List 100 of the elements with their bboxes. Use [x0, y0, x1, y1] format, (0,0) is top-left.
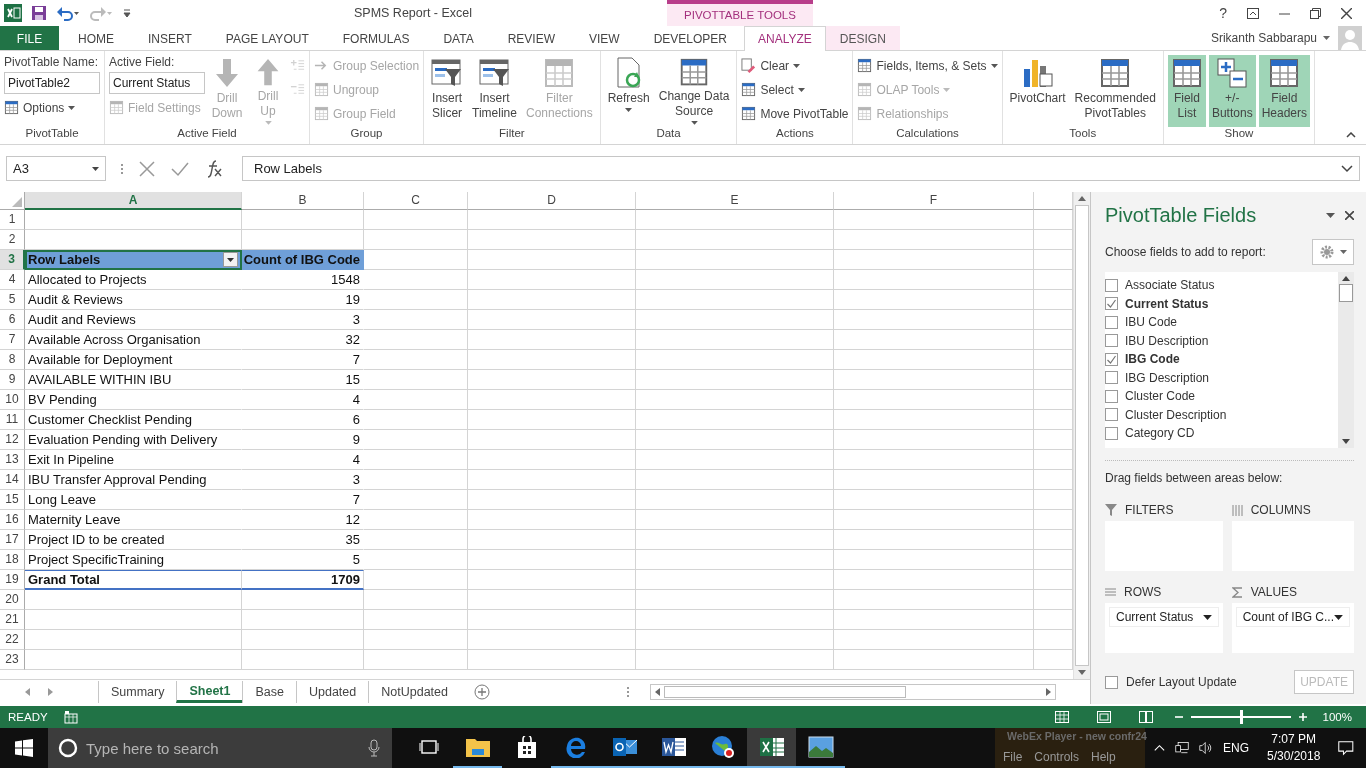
zoom-out-button[interactable] — [1174, 713, 1183, 721]
zoom-level[interactable]: 100% — [1322, 711, 1352, 723]
page-layout-icon[interactable] — [1096, 711, 1111, 723]
page-break-icon[interactable] — [1138, 711, 1153, 723]
menu-item[interactable]: Help — [1091, 750, 1116, 764]
next-sheet-icon[interactable] — [46, 688, 54, 696]
row-header[interactable]: 19 — [0, 570, 25, 590]
ribbon-button[interactable]: PivotChart — [1006, 55, 1069, 127]
checkbox[interactable] — [1105, 315, 1118, 329]
field-name[interactable]: Associate Status — [1125, 278, 1215, 293]
vertical-scrollbar[interactable] — [1073, 192, 1090, 679]
checkbox[interactable] — [1105, 675, 1118, 689]
row-header[interactable]: 17 — [0, 530, 25, 550]
cancel-icon[interactable] — [138, 159, 156, 178]
row-header[interactable]: 9 — [0, 370, 25, 390]
column-header[interactable]: A — [25, 192, 242, 210]
ribbon-button[interactable]: Insert Slicer — [428, 55, 467, 127]
collapse-ribbon-icon[interactable] — [1346, 132, 1356, 138]
checkbox[interactable] — [1105, 334, 1118, 348]
field-name[interactable]: IBG Description — [1125, 370, 1210, 385]
column-header[interactable]: C — [364, 192, 468, 210]
ribbon-tab[interactable]: VIEW — [572, 26, 637, 50]
previous-sheet-icon[interactable] — [24, 688, 32, 696]
checkbox[interactable] — [1105, 352, 1118, 366]
ribbon-tab[interactable]: ANALYZE — [744, 26, 826, 51]
scroll-up-icon[interactable] — [1078, 196, 1086, 201]
ribbon-tab[interactable]: REVIEW — [490, 26, 572, 50]
ribbon-button[interactable]: Refresh — [604, 55, 653, 127]
scroll-down-icon[interactable] — [1078, 670, 1086, 675]
row-header[interactable]: 23 — [0, 650, 25, 670]
scroll-thumb[interactable] — [1339, 284, 1353, 302]
column-header[interactable]: D — [468, 192, 636, 210]
notification-icon[interactable] — [1338, 739, 1354, 757]
menu-item[interactable]: Controls — [1034, 750, 1080, 764]
clock[interactable]: 7:07 PM 5/30/2018 — [1267, 731, 1321, 765]
user-name[interactable]: Srikanth Sabbarapu — [1210, 31, 1317, 45]
scroll-right-icon[interactable] — [1045, 688, 1051, 696]
ribbon-tab[interactable]: HOME — [61, 26, 131, 50]
close-icon[interactable] — [1345, 210, 1354, 220]
row-header[interactable]: 21 — [0, 610, 25, 630]
macro-recording-icon[interactable] — [63, 710, 78, 724]
drop-area[interactable]: Current Status — [1105, 603, 1223, 653]
text-field[interactable]: Current Status — [109, 72, 205, 94]
search-box[interactable]: Type here to search — [48, 728, 392, 768]
row-header[interactable]: 11 — [0, 410, 25, 430]
column-header[interactable]: B — [242, 192, 364, 210]
ribbon-tab[interactable]: DESIGN — [825, 26, 900, 50]
tools-button[interactable] — [1312, 239, 1354, 265]
row-header[interactable]: 22 — [0, 630, 25, 650]
field-name[interactable]: IBU Code — [1125, 315, 1178, 330]
close-icon[interactable] — [1341, 7, 1352, 19]
row-header[interactable]: 7 — [0, 330, 25, 350]
ribbon-tab[interactable]: DEVELOPER — [636, 26, 744, 50]
ribbon-button[interactable]: Move PivotTable — [741, 103, 849, 124]
volume-icon[interactable] — [1198, 740, 1213, 756]
add-sheet-icon[interactable] — [473, 684, 490, 700]
checkbox[interactable] — [1105, 278, 1118, 292]
field-name[interactable]: Cluster Description — [1125, 407, 1227, 422]
area-field[interactable]: Current Status — [1109, 607, 1219, 627]
ribbon-button[interactable]: Select — [741, 79, 849, 100]
ribbon-button[interactable]: Options — [4, 97, 100, 118]
zoom-in-button[interactable] — [1298, 713, 1307, 721]
field-name[interactable]: Cluster Code — [1125, 389, 1196, 404]
ribbon-tab[interactable]: INSERT — [131, 26, 209, 50]
drop-area[interactable]: Count of IBG C... — [1231, 603, 1354, 653]
row-header[interactable]: 18 — [0, 550, 25, 570]
scroll-down-icon[interactable] — [1342, 439, 1350, 444]
row-header[interactable]: 6 — [0, 310, 25, 330]
ribbon-tab[interactable]: FORMULAS — [325, 26, 427, 50]
slider-thumb[interactable] — [1239, 710, 1243, 724]
row-header[interactable]: 10 — [0, 390, 25, 410]
ribbon-button[interactable]: Field Headers — [1258, 55, 1310, 127]
column-header[interactable]: E — [636, 192, 834, 210]
column-header[interactable]: F — [834, 192, 1034, 210]
ribbon-button[interactable]: Recommended PivotTables — [1071, 55, 1159, 127]
row-header[interactable]: 3 — [0, 250, 25, 270]
expand-icon[interactable] — [1341, 164, 1353, 173]
pane-menu-icon[interactable] — [1326, 212, 1335, 218]
taskbar-app[interactable] — [747, 728, 796, 768]
customize-toolbar-icon[interactable] — [122, 8, 132, 18]
area-field[interactable]: Count of IBG C... — [1235, 607, 1350, 627]
row-header[interactable]: 5 — [0, 290, 25, 310]
field-name[interactable]: Category CD — [1125, 426, 1195, 441]
save-icon[interactable] — [31, 5, 47, 21]
checkbox[interactable] — [1105, 371, 1118, 385]
field-name[interactable]: Current Status — [1125, 296, 1209, 311]
scroll-thumb[interactable] — [1075, 205, 1089, 666]
ribbon-tab[interactable]: DATA — [426, 26, 491, 50]
ribbon-button[interactable]: Insert Timeline — [469, 55, 520, 127]
checkbox[interactable] — [1105, 297, 1118, 311]
menu-item[interactable]: File — [1003, 750, 1023, 764]
normal-view-icon[interactable] — [1054, 711, 1069, 723]
sheet-tab[interactable]: Sheet1 — [176, 681, 243, 703]
checkbox[interactable] — [1105, 389, 1118, 403]
sheet-tab[interactable]: NotUpdated — [368, 681, 460, 703]
vertical-scrollbar[interactable] — [1338, 272, 1354, 448]
ribbon-button[interactable]: Clear — [741, 55, 849, 76]
row-header[interactable]: 4 — [0, 270, 25, 290]
ribbon-button[interactable]: +/- Buttons — [1208, 55, 1256, 127]
ribbon-button[interactable]: Fields, Items, & Sets — [857, 55, 998, 76]
